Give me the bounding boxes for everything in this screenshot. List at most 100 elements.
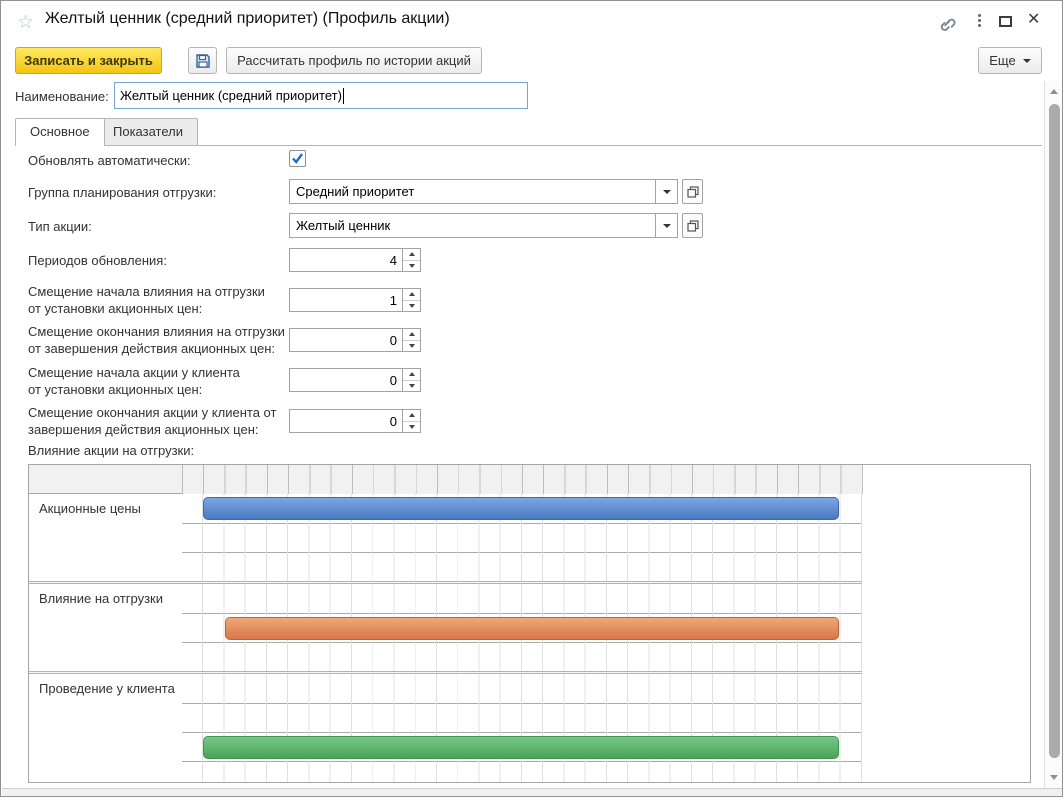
spin-down-button[interactable] bbox=[403, 341, 420, 352]
gantt-chart: Акционные цены Влияние на отгрузки Прове… bbox=[28, 464, 1031, 783]
update-periods-input[interactable]: 4 bbox=[289, 248, 421, 272]
calculate-profile-label: Рассчитать профиль по истории акций bbox=[237, 53, 471, 68]
dropdown-arrow-icon bbox=[663, 190, 671, 194]
ship-start-offset-input[interactable]: 1 bbox=[289, 288, 421, 312]
tab-divider bbox=[15, 145, 1042, 146]
spin-down-button[interactable] bbox=[403, 422, 420, 433]
client-start-offset-value: 0 bbox=[290, 369, 402, 391]
calculate-profile-button[interactable]: Рассчитать профиль по истории акций bbox=[226, 47, 482, 74]
spin-down-button[interactable] bbox=[403, 261, 420, 272]
promo-type-select[interactable]: Желтый ценник bbox=[289, 213, 678, 238]
more-menu-icon[interactable] bbox=[975, 14, 983, 27]
gantt-row-empty bbox=[29, 703, 862, 732]
gantt-row-client-run: Проведение у клиента bbox=[29, 674, 862, 703]
scroll-down-icon[interactable] bbox=[1050, 775, 1058, 780]
gantt-row-empty bbox=[29, 761, 862, 782]
gantt-caption: Влияние акции на отгрузки: bbox=[28, 443, 194, 458]
promo-type-open-button[interactable] bbox=[682, 213, 703, 238]
spin-down-icon bbox=[409, 304, 415, 308]
spin-down-icon bbox=[409, 425, 415, 429]
open-form-icon bbox=[687, 186, 699, 198]
scrollbar-thumb[interactable] bbox=[1049, 104, 1060, 758]
auto-update-label: Обновлять автоматически: bbox=[28, 153, 191, 168]
gantt-row-ship-impact: Влияние на отгрузки bbox=[29, 584, 862, 613]
gantt-row-empty bbox=[29, 523, 862, 552]
spin-down-button[interactable] bbox=[403, 381, 420, 392]
client-end-offset-input[interactable]: 0 bbox=[289, 409, 421, 433]
link-icon[interactable] bbox=[937, 15, 957, 33]
client-start-offset-label: Смещение начала акции у клиента от устан… bbox=[28, 364, 240, 398]
dropdown-arrow-icon bbox=[663, 224, 671, 228]
client-end-offset-label: Смещение окончания акции у клиента от за… bbox=[28, 404, 276, 438]
tab-main[interactable]: Основное bbox=[15, 118, 105, 146]
tab-indicators-label: Показатели bbox=[113, 124, 183, 139]
update-periods-spinner[interactable] bbox=[402, 249, 420, 271]
spin-up-icon bbox=[409, 292, 415, 296]
ship-start-offset-value: 1 bbox=[290, 289, 402, 311]
gantt-row-label: Влияние на отгрузки bbox=[39, 584, 163, 613]
name-label: Наименование: bbox=[15, 89, 109, 104]
window-bottom-edge bbox=[2, 788, 1063, 797]
promo-type-dropdown-button[interactable] bbox=[655, 214, 677, 237]
planning-group-open-button[interactable] bbox=[682, 179, 703, 204]
spin-up-button[interactable] bbox=[403, 249, 420, 261]
planning-group-select[interactable]: Средний приоритет bbox=[289, 179, 678, 204]
spin-down-icon bbox=[409, 344, 415, 348]
spin-up-button[interactable] bbox=[403, 329, 420, 341]
more-button-label: Еще bbox=[989, 53, 1015, 68]
gantt-bar-ship-impact bbox=[225, 617, 839, 640]
checkmark-icon bbox=[291, 152, 304, 165]
spin-up-button[interactable] bbox=[403, 369, 420, 381]
gantt-row-empty bbox=[29, 552, 862, 581]
gantt-bar-client-run bbox=[203, 736, 839, 759]
favorite-star-icon[interactable]: ☆ bbox=[17, 11, 34, 34]
ship-end-offset-input[interactable]: 0 bbox=[289, 328, 421, 352]
planning-group-value: Средний приоритет bbox=[290, 180, 655, 203]
name-input[interactable]: Желтый ценник (средний приоритет) bbox=[114, 82, 528, 109]
spin-up-icon bbox=[409, 372, 415, 376]
planning-group-label: Группа планирования отгрузки: bbox=[28, 185, 216, 200]
planning-group-dropdown-button[interactable] bbox=[655, 180, 677, 203]
spin-up-button[interactable] bbox=[403, 289, 420, 301]
gantt-row-label: Акционные цены bbox=[39, 494, 141, 523]
ship-start-offset-spinner[interactable] bbox=[402, 289, 420, 311]
promo-profile-window: ☆ Желтый ценник (средний приоритет) (Про… bbox=[0, 0, 1063, 797]
gantt-header-row bbox=[29, 465, 862, 494]
client-start-offset-spinner[interactable] bbox=[402, 369, 420, 391]
ship-end-offset-spinner[interactable] bbox=[402, 329, 420, 351]
spin-up-icon bbox=[409, 413, 415, 417]
ship-end-offset-label: Смещение окончания влияния на отгрузки о… bbox=[28, 323, 285, 357]
promo-type-value: Желтый ценник bbox=[290, 214, 655, 237]
spin-up-button[interactable] bbox=[403, 410, 420, 422]
client-end-offset-value: 0 bbox=[290, 410, 402, 432]
spin-down-icon bbox=[409, 264, 415, 268]
scroll-up-icon[interactable] bbox=[1050, 89, 1058, 94]
client-end-offset-spinner[interactable] bbox=[402, 410, 420, 432]
more-button[interactable]: Еще bbox=[978, 47, 1042, 74]
client-start-offset-input[interactable]: 0 bbox=[289, 368, 421, 392]
floppy-disk-icon bbox=[195, 53, 211, 69]
save-and-close-button[interactable]: Записать и закрыть bbox=[15, 47, 162, 74]
spin-down-icon bbox=[409, 384, 415, 388]
update-periods-label: Периодов обновления: bbox=[28, 253, 167, 268]
auto-update-checkbox[interactable] bbox=[289, 150, 306, 167]
spin-down-button[interactable] bbox=[403, 301, 420, 312]
open-form-icon bbox=[687, 220, 699, 232]
spin-up-icon bbox=[409, 332, 415, 336]
save-button[interactable] bbox=[188, 47, 217, 74]
gantt-row-empty bbox=[29, 642, 862, 671]
ship-end-offset-value: 0 bbox=[290, 329, 402, 351]
maximize-icon[interactable] bbox=[999, 16, 1012, 27]
window-title: Желтый ценник (средний приоритет) (Профи… bbox=[45, 10, 450, 28]
vertical-scrollbar[interactable] bbox=[1044, 81, 1063, 788]
update-periods-value: 4 bbox=[290, 249, 402, 271]
chevron-down-icon bbox=[1023, 59, 1031, 63]
tab-main-label: Основное bbox=[30, 124, 90, 139]
gantt-row-label: Проведение у клиента bbox=[39, 674, 175, 703]
close-icon[interactable]: ✕ bbox=[1027, 9, 1040, 29]
gantt-bar-promo-prices bbox=[203, 497, 839, 520]
tab-indicators[interactable]: Показатели bbox=[98, 118, 198, 145]
save-and-close-label: Записать и закрыть bbox=[24, 53, 153, 68]
gantt-header-columns bbox=[182, 465, 863, 494]
text-caret bbox=[343, 88, 344, 104]
